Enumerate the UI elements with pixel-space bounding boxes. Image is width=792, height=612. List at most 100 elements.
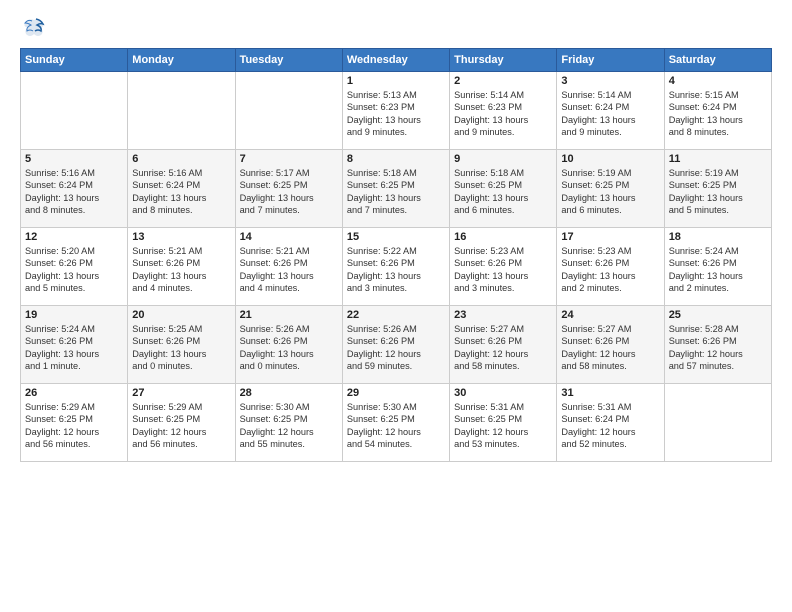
day-info: Sunrise: 5:30 AM Sunset: 6:25 PM Dayligh… [240, 401, 338, 451]
calendar-cell: 12Sunrise: 5:20 AM Sunset: 6:26 PM Dayli… [21, 228, 128, 306]
page-header [20, 16, 772, 40]
day-info: Sunrise: 5:27 AM Sunset: 6:26 PM Dayligh… [454, 323, 552, 373]
weekday-header-tuesday: Tuesday [235, 49, 342, 72]
calendar-cell: 5 Sunrise: 5:16 AM Sunset: 6:24 PM Daylig… [21, 150, 128, 228]
weekday-header-thursday: Thursday [450, 49, 557, 72]
day-number: 30 [454, 387, 552, 399]
day-info: Sunrise: 5:18 AM Sunset: 6:25 PM Dayligh… [454, 167, 552, 217]
calendar-cell: 19 Sunrise: 5:24 AM Sunset: 6:26 PM Dayli… [21, 306, 128, 384]
day-number: 1 [347, 75, 445, 87]
calendar-cell: 17 Sunrise: 5:23 AM Sunset: 6:26 PM Dayli… [557, 228, 664, 306]
calendar-cell [235, 72, 342, 150]
day-info: Sunrise: 5:21 AM Sunset: 6:26 PM Dayligh… [240, 245, 338, 295]
day-number: 14 [240, 231, 338, 243]
day-number: 26 [25, 387, 123, 399]
day-number: 10 [561, 153, 659, 165]
calendar-cell: 30 Sunrise: 5:31 AM Sunset: 6:25 PM Dayli… [450, 384, 557, 462]
calendar-week-3: 12Sunrise: 5:20 AM Sunset: 6:26 PM Dayli… [21, 228, 772, 306]
calendar-cell: 25 Sunrise: 5:28 AM Sunset: 6:26 PM Dayli… [664, 306, 771, 384]
day-number: 31 [561, 387, 659, 399]
day-number: 3 [561, 75, 659, 87]
calendar-cell: 6Sunrise: 5:16 AM Sunset: 6:24 PM Daylig… [128, 150, 235, 228]
calendar-cell: 7 Sunrise: 5:17 AM Sunset: 6:25 PM Daylig… [235, 150, 342, 228]
day-number: 24 [561, 309, 659, 321]
day-info: Sunrise: 5:19 AM Sunset: 6:25 PM Dayligh… [669, 167, 767, 217]
day-info: Sunrise: 5:24 AM Sunset: 6:26 PM Dayligh… [25, 323, 123, 373]
day-info: Sunrise: 5:27 AM Sunset: 6:26 PM Dayligh… [561, 323, 659, 373]
day-info: Sunrise: 5:31 AM Sunset: 6:24 PM Dayligh… [561, 401, 659, 451]
day-number: 4 [669, 75, 767, 87]
day-number: 8 [347, 153, 445, 165]
calendar-cell: 3 Sunrise: 5:14 AM Sunset: 6:24 PM Daylig… [557, 72, 664, 150]
day-info: Sunrise: 5:25 AM Sunset: 6:26 PM Dayligh… [132, 323, 230, 373]
day-number: 7 [240, 153, 338, 165]
calendar-cell: 16 Sunrise: 5:23 AM Sunset: 6:26 PM Dayli… [450, 228, 557, 306]
day-info: Sunrise: 5:19 AM Sunset: 6:25 PM Dayligh… [561, 167, 659, 217]
weekday-header-friday: Friday [557, 49, 664, 72]
weekday-header-sunday: Sunday [21, 49, 128, 72]
logo [20, 16, 46, 40]
calendar-cell: 2 Sunrise: 5:14 AM Sunset: 6:23 PM Daylig… [450, 72, 557, 150]
day-info: Sunrise: 5:26 AM Sunset: 6:26 PM Dayligh… [240, 323, 338, 373]
day-number: 28 [240, 387, 338, 399]
calendar-table: SundayMondayTuesdayWednesdayThursdayFrid… [20, 48, 772, 462]
calendar-cell: 15Sunrise: 5:22 AM Sunset: 6:26 PM Dayli… [342, 228, 449, 306]
day-number: 20 [132, 309, 230, 321]
day-number: 23 [454, 309, 552, 321]
weekday-header-saturday: Saturday [664, 49, 771, 72]
calendar-cell: 31 Sunrise: 5:31 AM Sunset: 6:24 PM Dayli… [557, 384, 664, 462]
calendar-cell: 28 Sunrise: 5:30 AM Sunset: 6:25 PM Dayli… [235, 384, 342, 462]
day-info: Sunrise: 5:21 AM Sunset: 6:26 PM Dayligh… [132, 245, 230, 295]
calendar-cell: 8 Sunrise: 5:18 AM Sunset: 6:25 PM Daylig… [342, 150, 449, 228]
logo-bird-icon [22, 16, 46, 40]
calendar-cell: 9 Sunrise: 5:18 AM Sunset: 6:25 PM Daylig… [450, 150, 557, 228]
day-number: 17 [561, 231, 659, 243]
day-info: Sunrise: 5:15 AM Sunset: 6:24 PM Dayligh… [669, 89, 767, 139]
weekday-header-row: SundayMondayTuesdayWednesdayThursdayFrid… [21, 49, 772, 72]
day-number: 2 [454, 75, 552, 87]
day-number: 27 [132, 387, 230, 399]
day-info: Sunrise: 5:18 AM Sunset: 6:25 PM Dayligh… [347, 167, 445, 217]
calendar-cell [664, 384, 771, 462]
day-info: Sunrise: 5:30 AM Sunset: 6:25 PM Dayligh… [347, 401, 445, 451]
calendar-cell: 27Sunrise: 5:29 AM Sunset: 6:25 PM Dayli… [128, 384, 235, 462]
day-number: 22 [347, 309, 445, 321]
day-info: Sunrise: 5:20 AM Sunset: 6:26 PM Dayligh… [25, 245, 123, 295]
calendar-cell: 18 Sunrise: 5:24 AM Sunset: 6:26 PM Dayli… [664, 228, 771, 306]
day-number: 18 [669, 231, 767, 243]
day-number: 25 [669, 309, 767, 321]
day-info: Sunrise: 5:17 AM Sunset: 6:25 PM Dayligh… [240, 167, 338, 217]
calendar-cell: 11 Sunrise: 5:19 AM Sunset: 6:25 PM Dayli… [664, 150, 771, 228]
day-number: 16 [454, 231, 552, 243]
calendar-cell: 4 Sunrise: 5:15 AM Sunset: 6:24 PM Daylig… [664, 72, 771, 150]
calendar-week-1: 1 Sunrise: 5:13 AM Sunset: 6:23 PM Daylig… [21, 72, 772, 150]
day-number: 19 [25, 309, 123, 321]
calendar-cell [128, 72, 235, 150]
day-number: 11 [669, 153, 767, 165]
calendar-cell: 13Sunrise: 5:21 AM Sunset: 6:26 PM Dayli… [128, 228, 235, 306]
calendar-cell: 23 Sunrise: 5:27 AM Sunset: 6:26 PM Dayli… [450, 306, 557, 384]
day-info: Sunrise: 5:16 AM Sunset: 6:24 PM Dayligh… [25, 167, 123, 217]
day-info: Sunrise: 5:29 AM Sunset: 6:25 PM Dayligh… [25, 401, 123, 451]
day-number: 9 [454, 153, 552, 165]
calendar-cell [21, 72, 128, 150]
calendar-week-5: 26 Sunrise: 5:29 AM Sunset: 6:25 PM Dayli… [21, 384, 772, 462]
day-info: Sunrise: 5:13 AM Sunset: 6:23 PM Dayligh… [347, 89, 445, 139]
day-number: 5 [25, 153, 123, 165]
day-info: Sunrise: 5:24 AM Sunset: 6:26 PM Dayligh… [669, 245, 767, 295]
day-info: Sunrise: 5:31 AM Sunset: 6:25 PM Dayligh… [454, 401, 552, 451]
day-info: Sunrise: 5:16 AM Sunset: 6:24 PM Dayligh… [132, 167, 230, 217]
weekday-header-wednesday: Wednesday [342, 49, 449, 72]
day-info: Sunrise: 5:14 AM Sunset: 6:24 PM Dayligh… [561, 89, 659, 139]
calendar-page: SundayMondayTuesdayWednesdayThursdayFrid… [0, 0, 792, 612]
calendar-cell: 20 Sunrise: 5:25 AM Sunset: 6:26 PM Dayli… [128, 306, 235, 384]
day-info: Sunrise: 5:23 AM Sunset: 6:26 PM Dayligh… [561, 245, 659, 295]
day-info: Sunrise: 5:28 AM Sunset: 6:26 PM Dayligh… [669, 323, 767, 373]
day-info: Sunrise: 5:23 AM Sunset: 6:26 PM Dayligh… [454, 245, 552, 295]
calendar-cell: 26 Sunrise: 5:29 AM Sunset: 6:25 PM Dayli… [21, 384, 128, 462]
day-info: Sunrise: 5:26 AM Sunset: 6:26 PM Dayligh… [347, 323, 445, 373]
calendar-cell: 29Sunrise: 5:30 AM Sunset: 6:25 PM Dayli… [342, 384, 449, 462]
calendar-cell: 22 Sunrise: 5:26 AM Sunset: 6:26 PM Dayli… [342, 306, 449, 384]
calendar-cell: 14 Sunrise: 5:21 AM Sunset: 6:26 PM Dayli… [235, 228, 342, 306]
day-info: Sunrise: 5:14 AM Sunset: 6:23 PM Dayligh… [454, 89, 552, 139]
